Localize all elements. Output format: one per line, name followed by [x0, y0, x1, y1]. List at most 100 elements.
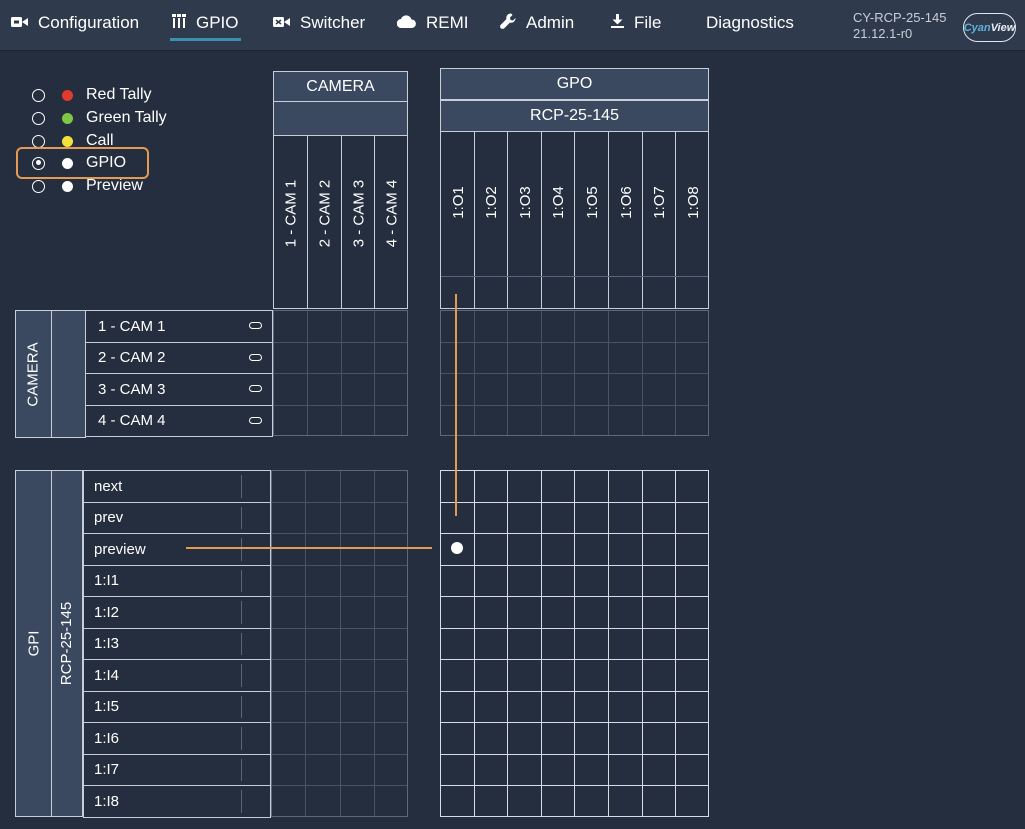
grid-col-line: [675, 471, 677, 816]
nav-diagnostics[interactable]: Diagnostics: [706, 10, 794, 36]
row-label-divider: [241, 569, 242, 592]
row-label[interactable]: preview: [83, 533, 271, 566]
row-label-divider: [241, 601, 242, 624]
row-label[interactable]: 1:I7: [83, 753, 271, 786]
gpo-column-header: GPO: [440, 68, 709, 100]
nav-file-label: File: [634, 13, 662, 32]
row-label-divider: [241, 664, 242, 687]
grid-col-line: [641, 311, 643, 435]
row-label-text: preview: [94, 540, 146, 558]
row-label-text: 1:I4: [94, 666, 120, 684]
row-label[interactable]: 1 - CAM 1: [85, 310, 273, 343]
legend-option[interactable]: Preview: [30, 175, 143, 197]
legend-label: Preview: [86, 177, 143, 194]
camera-camera-matrix: [273, 310, 408, 436]
grid-col-line: [374, 311, 376, 435]
download-icon: [611, 13, 624, 33]
row-label-text: 1 - CAM 1: [98, 317, 166, 335]
nav-remi[interactable]: REMI: [396, 10, 469, 36]
column-label: 1:O5: [575, 177, 609, 227]
row-label[interactable]: 2 - CAM 2: [85, 341, 273, 374]
grid-col-line: [675, 311, 677, 435]
column-label-text: 1:O2: [482, 185, 500, 219]
legend-option[interactable]: Green Tally: [30, 107, 167, 129]
row-label-divider: [241, 475, 242, 498]
column-label: 1:O3: [508, 177, 542, 227]
color-dot-icon: [62, 157, 73, 169]
nav-configuration[interactable]: Configuration: [11, 10, 139, 36]
row-label[interactable]: 1:I4: [83, 659, 271, 692]
column-label: 1:O7: [643, 177, 677, 227]
nav-file[interactable]: File: [611, 10, 661, 36]
grid-col-line: [608, 471, 609, 816]
column-label-text: 1:O6: [617, 185, 635, 219]
link-icon[interactable]: [249, 385, 262, 393]
camera-gpo-matrix: [440, 310, 709, 436]
column-label-text: 2 - CAM 2: [316, 179, 334, 248]
row-label-divider: [241, 506, 242, 529]
gpi-device-label: RCP-25-145: [58, 601, 76, 686]
active-tab-indicator: [170, 38, 241, 41]
grid-col-line: [574, 311, 576, 435]
grid-col-line: [540, 471, 542, 816]
row-label[interactable]: 1:I2: [83, 596, 271, 629]
grid-col-line: [340, 311, 342, 435]
row-label[interactable]: next: [83, 470, 271, 503]
legend-option[interactable]: Call: [30, 130, 114, 152]
nav-gpio[interactable]: GPIO: [172, 10, 239, 36]
column-label: 1:O4: [542, 177, 576, 227]
gpi-camera-matrix: [271, 470, 408, 817]
grid-col-line: [473, 311, 475, 435]
row-label[interactable]: 4 - CAM 4: [85, 404, 273, 437]
row-label-divider: [241, 538, 242, 561]
legend-option[interactable]: GPIO: [30, 152, 126, 174]
row-label-text: 1:I3: [94, 635, 120, 653]
firmware-version: 21.12.1-r0: [853, 26, 913, 41]
row-label[interactable]: 1:I3: [83, 627, 271, 660]
row-label[interactable]: 1:I1: [83, 564, 271, 597]
column-label-text: 1:O7: [650, 185, 668, 219]
radio-button[interactable]: [32, 111, 45, 125]
grid-col-line: [306, 311, 308, 435]
gpi-row-group-label: GPI: [25, 630, 42, 657]
column-label: 1:O1: [441, 177, 475, 227]
nav-switcher[interactable]: Switcher: [273, 10, 365, 36]
legend-label: Red Tally: [86, 86, 152, 103]
radio-button[interactable]: [32, 179, 45, 193]
radio-button[interactable]: [32, 88, 45, 102]
link-icon[interactable]: [249, 416, 262, 424]
top-nav-bar: Configuration GPIO Switcher REMI Admin F…: [0, 0, 1025, 51]
grid-col-line: [641, 471, 643, 816]
radio-button[interactable]: [32, 156, 45, 170]
color-dot-icon: [62, 180, 73, 192]
row-label[interactable]: prev: [83, 501, 271, 534]
row-label[interactable]: 1:I5: [83, 690, 271, 723]
link-icon[interactable]: [249, 353, 262, 361]
row-label-text: 1:I6: [94, 729, 120, 747]
nav-switcher-label: Switcher: [300, 13, 366, 32]
column-label: 2 - CAM 2: [308, 146, 342, 281]
row-label[interactable]: 1:I8: [83, 785, 271, 818]
cloud-icon: [396, 13, 416, 33]
radio-button[interactable]: [32, 134, 45, 148]
grid-col-line: [373, 471, 375, 816]
camera-column-header: CAMERA: [273, 71, 408, 102]
cyanview-logo: Cyan View: [963, 13, 1016, 42]
row-label[interactable]: 1:I6: [83, 722, 271, 755]
color-dot-icon: [62, 135, 73, 147]
camera-row-group: CAMERA: [15, 310, 52, 438]
column-label-text: 3 - CAM 3: [349, 179, 367, 248]
column-label-text: 1:O8: [684, 185, 702, 219]
link-icon[interactable]: [249, 322, 262, 330]
row-label-text: 3 - CAM 3: [98, 380, 166, 398]
active-crosspoint-dot[interactable]: [451, 542, 463, 554]
legend-option[interactable]: Red Tally: [30, 84, 152, 106]
gpo-device-header: RCP-25-145: [440, 100, 709, 132]
camera-row-group-label: CAMERA: [25, 341, 42, 407]
row-label-divider: [241, 632, 242, 655]
nav-admin[interactable]: Admin: [500, 10, 574, 36]
row-label-divider: [241, 695, 242, 718]
column-label-text: 1:O5: [583, 185, 601, 219]
grid-col-line: [473, 471, 475, 816]
row-label[interactable]: 3 - CAM 3: [85, 373, 273, 406]
